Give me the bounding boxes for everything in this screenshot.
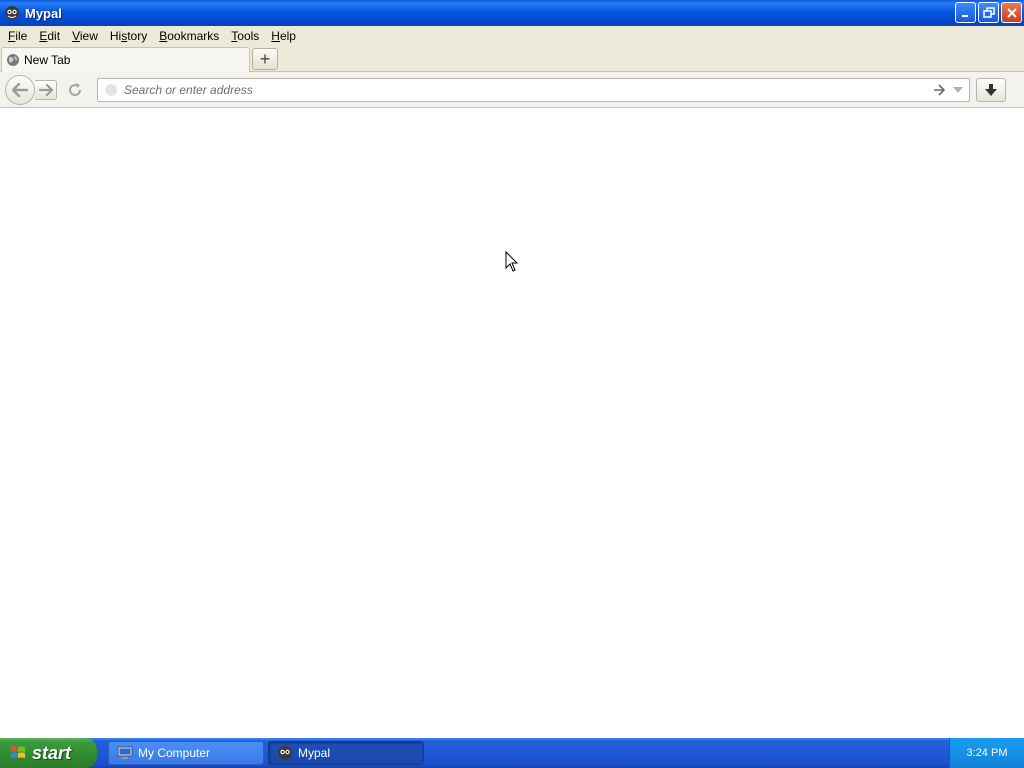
taskbar-item-label: My Computer	[138, 746, 211, 760]
globe-icon	[6, 53, 20, 67]
address-input[interactable]	[124, 83, 931, 97]
back-button[interactable]	[5, 75, 35, 105]
mouse-cursor-icon	[505, 251, 519, 272]
menu-file[interactable]: File	[2, 26, 33, 46]
restore-icon	[982, 6, 995, 18]
minimize-button[interactable]	[955, 2, 976, 23]
restore-button[interactable]	[978, 2, 999, 23]
menu-edit[interactable]: Edit	[33, 26, 66, 46]
tab-strip: New Tab +	[0, 46, 1024, 72]
tab-new-tab[interactable]: New Tab	[1, 47, 250, 72]
computer-icon	[117, 745, 133, 761]
forward-button[interactable]	[35, 80, 57, 100]
menu-view[interactable]: View	[66, 26, 104, 46]
download-icon	[985, 84, 997, 96]
mypal-app-icon	[4, 5, 20, 21]
back-arrow-icon	[12, 83, 28, 97]
address-bar[interactable]	[97, 78, 970, 102]
navigation-toolbar	[0, 72, 1024, 108]
reload-icon	[69, 83, 82, 96]
close-button[interactable]	[1001, 2, 1022, 23]
new-tab-button[interactable]: +	[252, 48, 278, 70]
menu-tools[interactable]: Tools	[225, 26, 265, 46]
menu-bar: File Edit View History Bookmarks Tools H…	[0, 26, 1024, 46]
plus-icon: +	[259, 48, 271, 69]
mypal-icon	[277, 745, 293, 761]
clock[interactable]: 3:24 PM	[967, 747, 1008, 759]
reload-button[interactable]	[62, 80, 88, 100]
taskbar-item-mypal[interactable]: Mypal	[268, 741, 424, 765]
menu-help[interactable]: Help	[265, 26, 302, 46]
dropdown-arrow-icon[interactable]	[951, 82, 965, 98]
page-content[interactable]	[0, 108, 1024, 738]
taskbar-item-label: Mypal	[298, 746, 331, 760]
windows-logo-icon	[11, 746, 25, 758]
minimize-icon	[961, 14, 968, 17]
menu-history[interactable]: History	[104, 26, 153, 46]
menu-bookmarks[interactable]: Bookmarks	[153, 26, 225, 46]
taskbar: start My Computer Mypal 3:24 PM	[0, 738, 1024, 768]
forward-arrow-icon	[38, 84, 53, 96]
window-titlebar[interactable]: Mypal	[0, 0, 1024, 26]
tab-label: New Tab	[24, 53, 71, 67]
system-tray: 3:24 PM	[949, 738, 1024, 768]
close-icon	[1006, 7, 1017, 18]
download-button[interactable]	[976, 78, 1006, 102]
window-title: Mypal	[25, 5, 62, 21]
identity-icon	[104, 83, 118, 97]
taskbar-item-my-computer[interactable]: My Computer	[108, 741, 264, 765]
start-button[interactable]: start	[0, 738, 97, 768]
go-arrow-icon[interactable]	[931, 82, 947, 98]
start-label: start	[32, 742, 72, 763]
